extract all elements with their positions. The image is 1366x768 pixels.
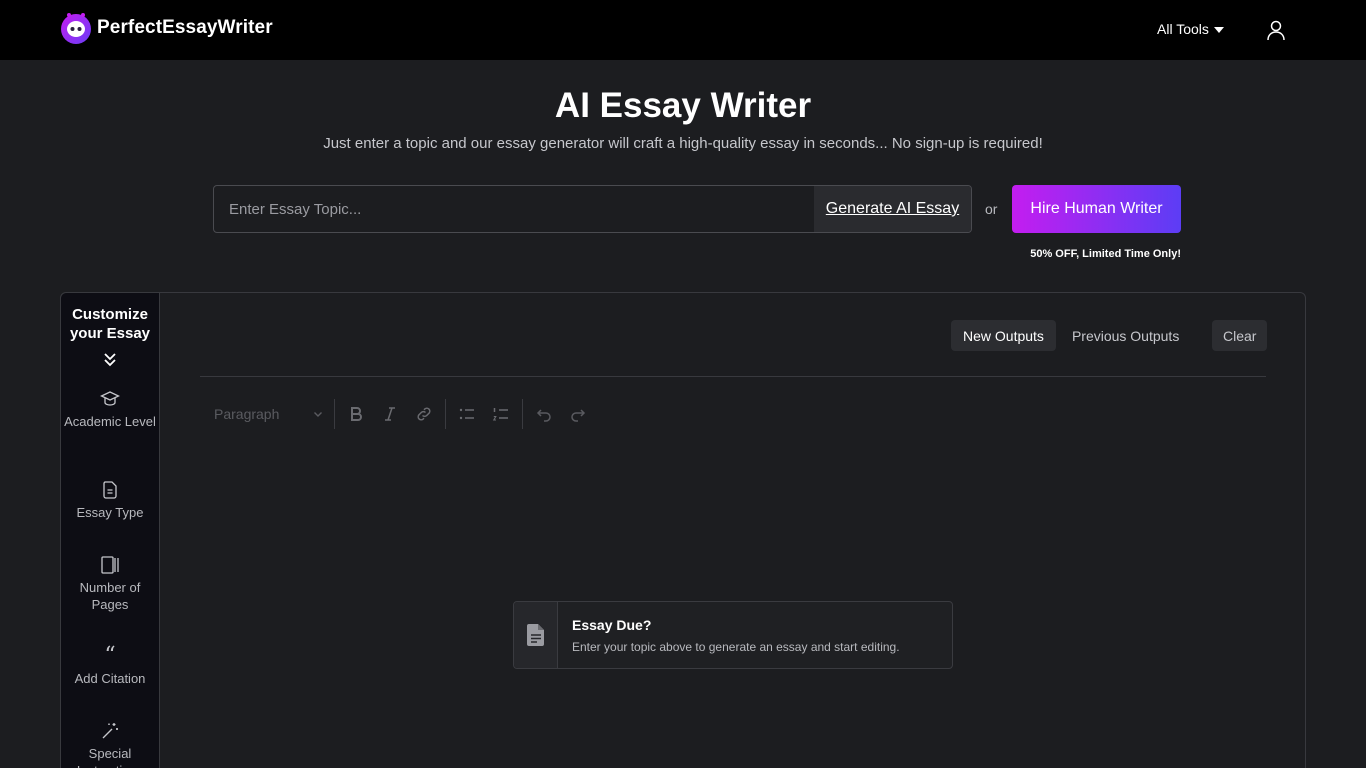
tab-new-outputs[interactable]: New Outputs	[951, 320, 1056, 351]
graduation-cap-icon	[100, 391, 120, 406]
sidebar-item-label: Add Citation	[74, 671, 146, 686]
brand-logo[interactable]: PerfectEssayWriter	[60, 12, 273, 44]
promo-text: 50% OFF, Limited Time Only!	[1030, 248, 1181, 260]
sidebar-item-add-citation[interactable]: “ Add Citation	[61, 643, 159, 687]
redo-icon	[571, 409, 586, 422]
essay-topic-input[interactable]	[214, 186, 814, 232]
sidebar-item-label: Essay Type	[76, 505, 144, 520]
sidebar-item-academic-level[interactable]: Academic Level	[61, 389, 159, 430]
bullet-list-icon	[459, 408, 474, 420]
block-format-select[interactable]: Paragraph	[200, 399, 330, 429]
block-format-value: Paragraph	[214, 406, 280, 422]
pages-icon	[101, 556, 119, 574]
editor-divider	[200, 376, 1266, 377]
undo-icon	[536, 409, 551, 422]
page-title: AI Essay Writer	[554, 86, 812, 125]
all-tools-dropdown[interactable]: All Tools	[1157, 21, 1224, 37]
toolbar-separator	[334, 399, 335, 429]
chevron-down-icon	[314, 412, 322, 417]
topic-form: Generate AI Essay	[213, 185, 972, 233]
sidebar-item-label: Number of Pages	[79, 580, 141, 612]
sidebar-item-special-instructions[interactable]: Special Instructions	[61, 721, 159, 768]
bold-icon	[351, 407, 362, 421]
top-navbar: PerfectEssayWriter All Tools	[0, 0, 1366, 60]
sidebar-title: Customize your Essay	[69, 306, 151, 342]
empty-state-title: Essay Due?	[572, 617, 652, 633]
empty-state-card: Essay Due? Enter your topic above to gen…	[513, 601, 953, 669]
document-icon	[103, 481, 117, 499]
link-button[interactable]	[409, 399, 439, 429]
robot-logo-icon	[61, 13, 91, 44]
generate-ai-essay-button[interactable]: Generate AI Essay	[814, 186, 971, 232]
toolbar-separator	[522, 399, 523, 429]
sidebar-item-number-of-pages[interactable]: Number of Pages	[61, 555, 159, 613]
undo-button[interactable]	[529, 399, 559, 429]
editor-toolbar: Paragraph	[200, 399, 595, 429]
empty-state-icon-column	[514, 602, 558, 668]
essay-workspace: Customize your Essay Academic Level Essa…	[60, 292, 1306, 768]
page-subtitle: Just enter a topic and our essay generat…	[323, 135, 1043, 152]
output-tabs: New Outputs Previous Outputs	[951, 320, 1195, 351]
hire-human-writer-button[interactable]: Hire Human Writer	[1012, 185, 1181, 233]
redo-button[interactable]	[563, 399, 593, 429]
toolbar-separator	[445, 399, 446, 429]
numbered-list-button[interactable]	[486, 399, 516, 429]
empty-state-text: Essay Due? Enter your topic above to gen…	[558, 602, 900, 668]
sidebar-item-label: Academic Level	[64, 414, 156, 429]
double-chevron-down-icon[interactable]	[102, 351, 118, 367]
sidebar-item-essay-type[interactable]: Essay Type	[61, 480, 159, 521]
italic-icon	[385, 407, 395, 421]
bold-button[interactable]	[341, 399, 371, 429]
caret-down-icon	[1213, 27, 1224, 33]
brand-name: PerfectEssayWriter	[97, 17, 273, 38]
file-text-icon	[526, 624, 544, 646]
italic-button[interactable]	[375, 399, 405, 429]
user-icon[interactable]	[1265, 19, 1287, 41]
sidebar-item-label: Special Instructions	[77, 746, 143, 768]
clear-button[interactable]: Clear	[1212, 320, 1268, 351]
numbered-list-icon	[492, 408, 508, 421]
quote-icon: “	[104, 643, 116, 668]
link-icon	[417, 407, 431, 421]
empty-state-description: Enter your topic above to generate an es…	[572, 640, 900, 654]
bullet-list-button[interactable]	[452, 399, 482, 429]
magic-wand-icon	[102, 723, 118, 739]
or-separator: or	[985, 201, 998, 217]
tab-previous-outputs[interactable]: Previous Outputs	[1060, 320, 1191, 351]
all-tools-label: All Tools	[1157, 21, 1209, 37]
customize-sidebar: Customize your Essay Academic Level Essa…	[61, 293, 160, 768]
